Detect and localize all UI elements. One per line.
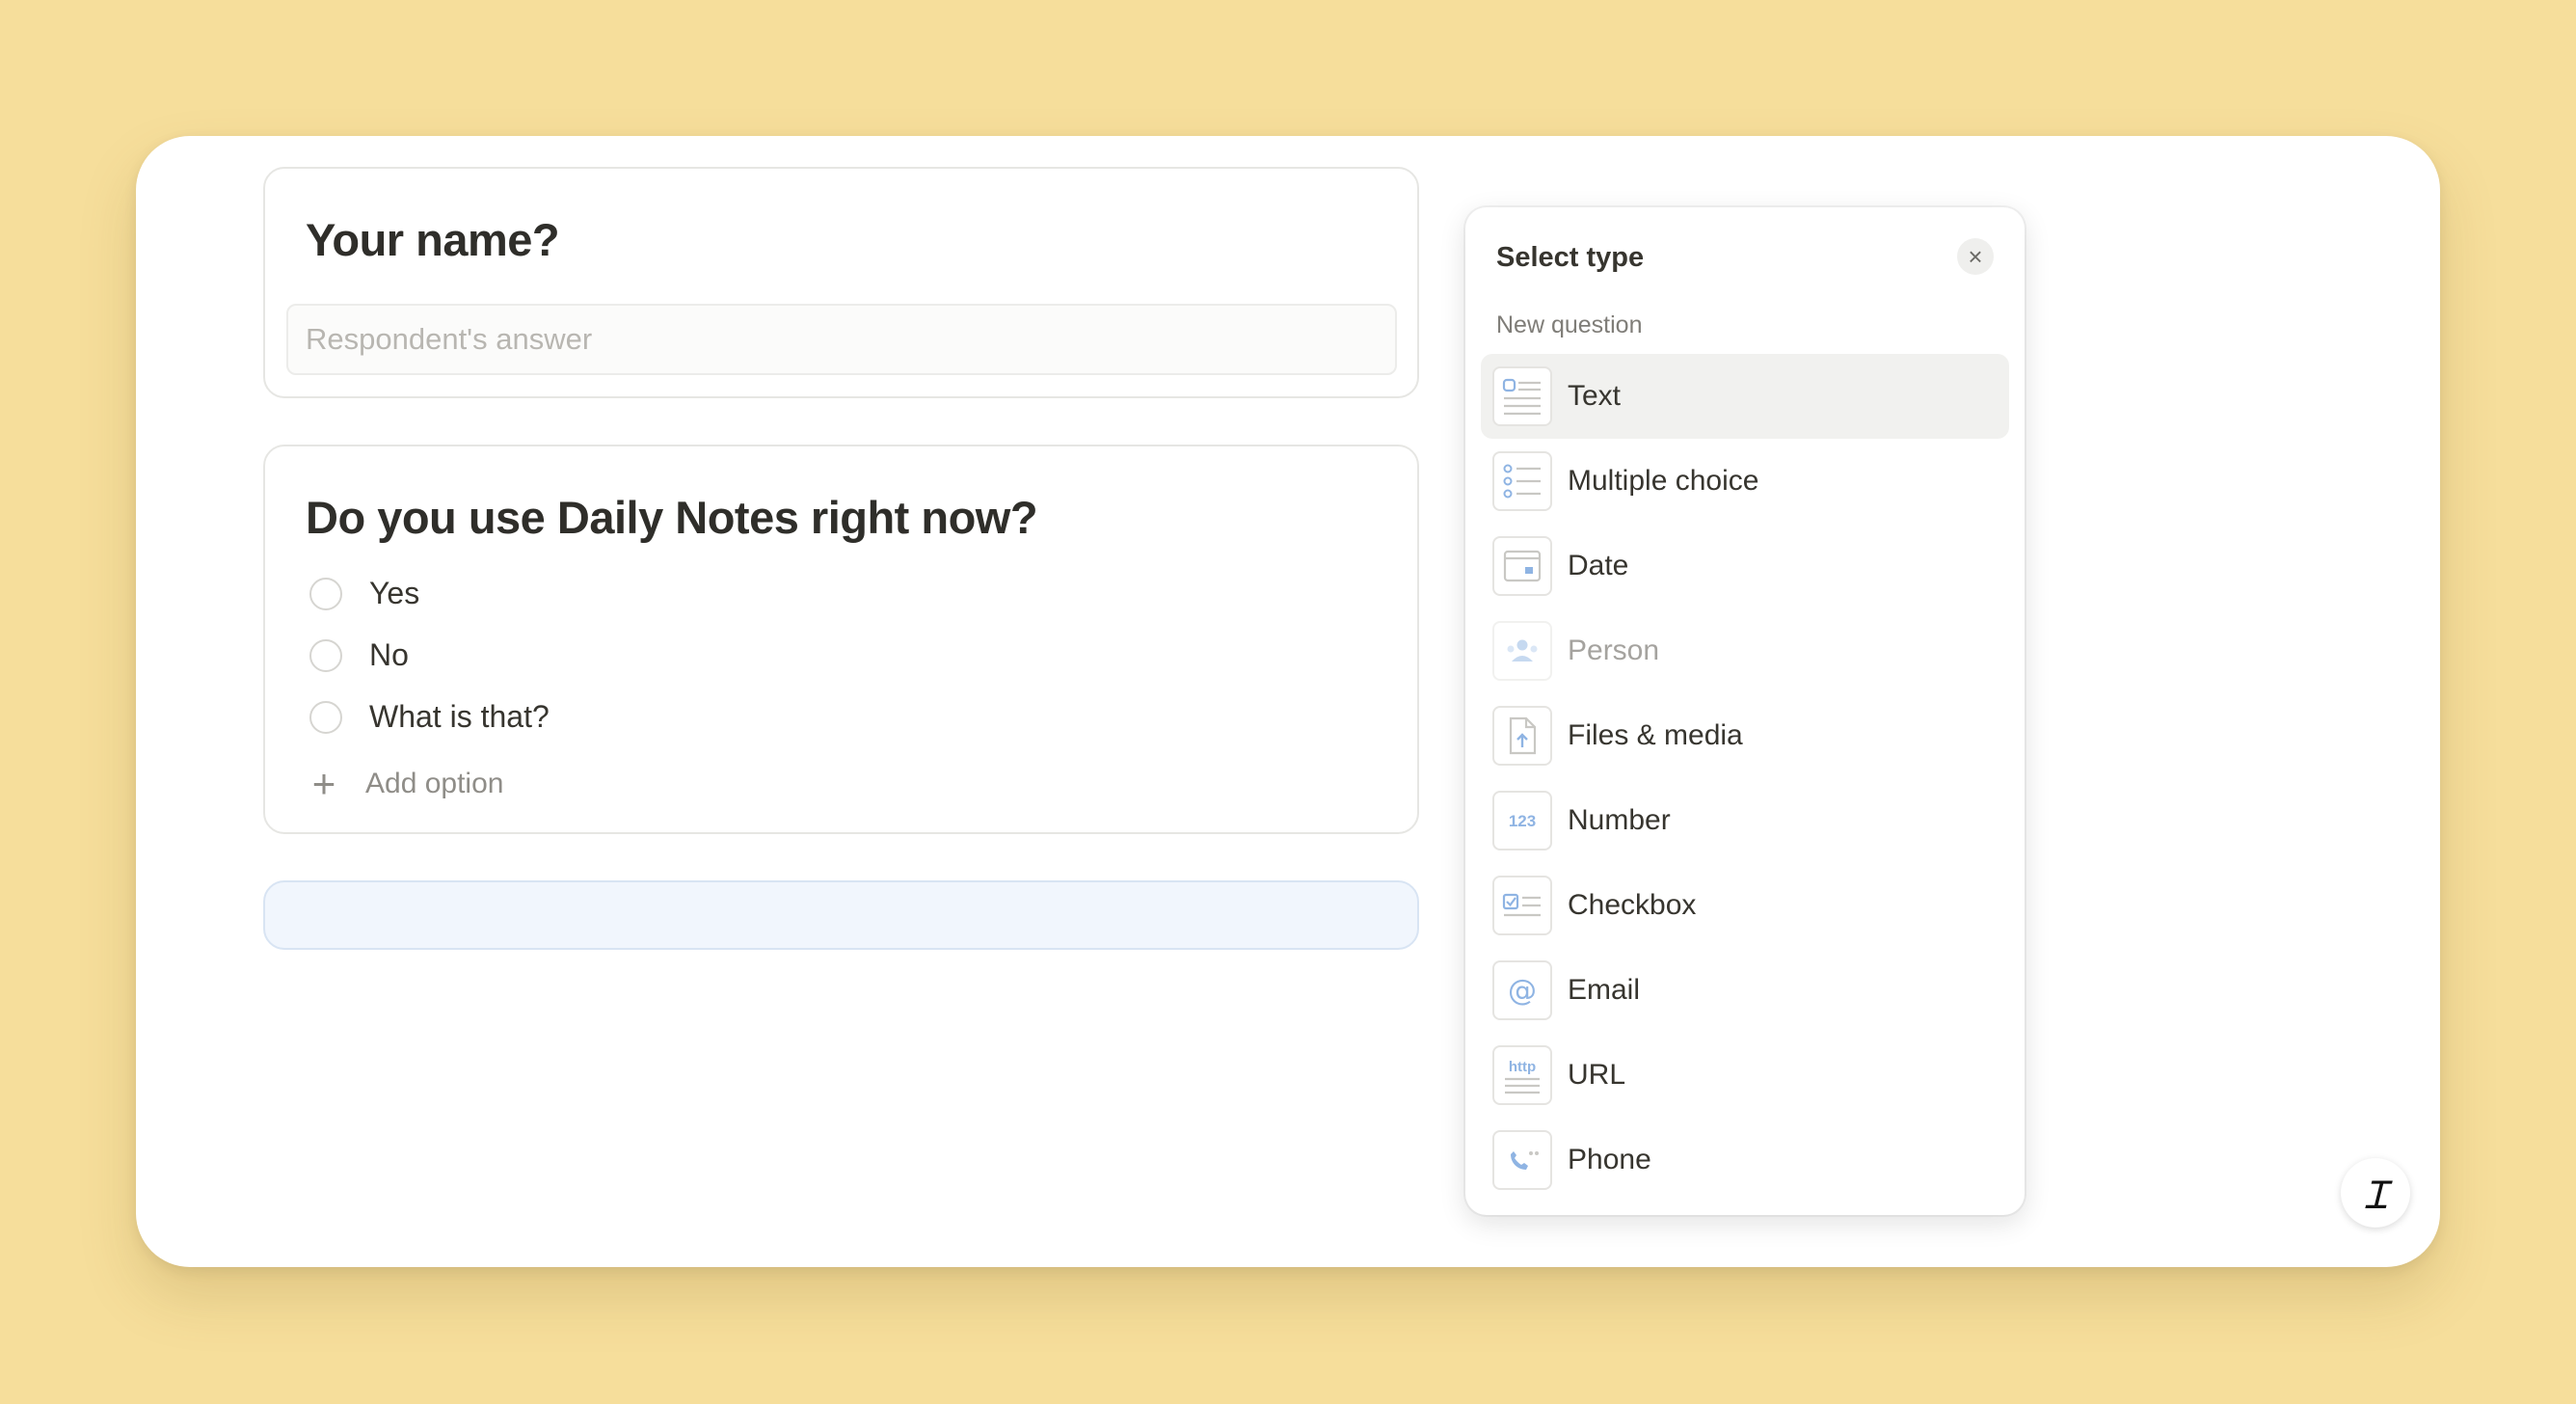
type-label: Files & media <box>1568 719 1743 751</box>
calendar-icon <box>1492 536 1552 596</box>
radio-button[interactable] <box>309 700 342 734</box>
question-title[interactable]: Your name? <box>306 213 560 266</box>
answer-input[interactable]: Respondent's answer <box>286 304 1397 375</box>
radio-button[interactable] <box>309 638 342 672</box>
file-upload-icon <box>1492 706 1552 766</box>
close-icon[interactable]: × <box>1957 238 1994 275</box>
question-card-name[interactable]: Your name? Respondent's answer <box>263 167 1419 398</box>
url-icon: http <box>1492 1045 1552 1105</box>
add-option-button[interactable]: + Add option <box>309 761 504 806</box>
multiple-choice-icon <box>1492 451 1552 511</box>
svg-text:http: http <box>1509 1059 1536 1075</box>
type-label: Checkbox <box>1568 889 1697 921</box>
type-option-files-media[interactable]: Files & media <box>1481 693 2009 778</box>
text-type-icon <box>1492 366 1552 426</box>
type-option-checkbox[interactable]: Checkbox <box>1481 863 2009 948</box>
option-what-is-that[interactable]: What is that? <box>309 699 550 735</box>
type-label: URL <box>1568 1059 1626 1091</box>
person-icon <box>1492 621 1552 681</box>
type-label: Person <box>1568 634 1660 666</box>
svg-text:123: 123 <box>1509 812 1536 830</box>
option-yes[interactable]: Yes <box>309 576 419 611</box>
type-label: Number <box>1568 804 1671 836</box>
type-option-multiple-choice[interactable]: Multiple choice <box>1481 439 2009 524</box>
select-type-popover: Select type × New question Text Multiple… <box>1465 207 2025 1215</box>
type-option-number[interactable]: 123 Number <box>1481 778 2009 863</box>
option-label: What is that? <box>369 699 550 734</box>
popover-title: Select type <box>1496 242 1645 273</box>
option-label: No <box>369 637 409 672</box>
radio-button[interactable] <box>309 577 342 610</box>
help-glyph-icon[interactable]: Ɪ <box>2341 1158 2410 1228</box>
checkbox-icon <box>1492 876 1552 935</box>
type-label: Email <box>1568 974 1641 1006</box>
phone-icon <box>1492 1130 1552 1190</box>
option-no[interactable]: No <box>309 637 409 673</box>
at-sign-icon: @ <box>1492 960 1552 1020</box>
type-label: Multiple choice <box>1568 465 1759 497</box>
question-title[interactable]: Do you use Daily Notes right now? <box>306 491 1038 544</box>
type-option-person: Person <box>1481 608 2009 693</box>
section-label: New question <box>1496 311 1643 338</box>
svg-text:@: @ <box>1508 974 1537 1008</box>
plus-icon: + <box>311 761 336 806</box>
type-label: Phone <box>1568 1144 1651 1175</box>
type-option-url[interactable]: http URL <box>1481 1033 2009 1118</box>
new-question-placeholder[interactable] <box>263 880 1419 950</box>
option-label: Yes <box>369 576 420 610</box>
add-option-label: Add option <box>365 768 504 799</box>
question-card-multiple-choice[interactable]: Do you use Daily Notes right now? Yes No… <box>263 445 1419 834</box>
form-window: Your name? Respondent's answer Do you us… <box>136 136 2440 1267</box>
type-option-text[interactable]: Text <box>1481 354 2009 439</box>
type-list: Text Multiple choice Date Person Files &… <box>1481 354 2009 1202</box>
type-option-phone[interactable]: Phone <box>1481 1118 2009 1202</box>
type-option-email[interactable]: @ Email <box>1481 948 2009 1033</box>
type-option-date[interactable]: Date <box>1481 524 2009 608</box>
number-icon: 123 <box>1492 791 1552 850</box>
type-label: Text <box>1568 380 1622 412</box>
type-label: Date <box>1568 550 1629 581</box>
